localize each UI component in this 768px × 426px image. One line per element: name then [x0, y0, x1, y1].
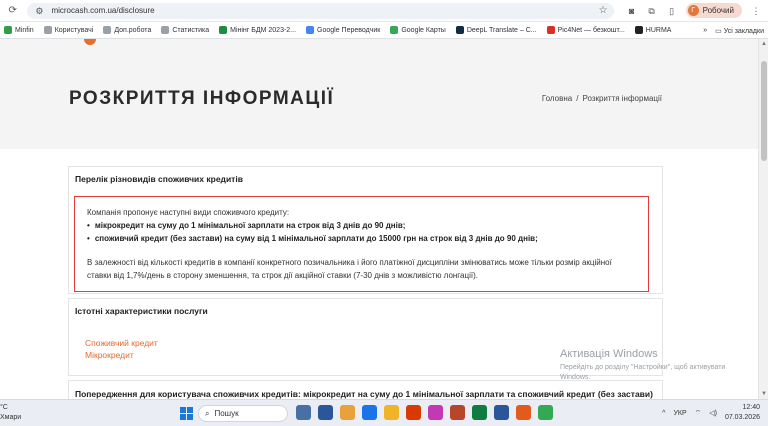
address-bar[interactable]: ⚙ microcash.com.ua/disclosure ☆ — [27, 2, 614, 19]
tray-chevron-icon[interactable]: ^ — [662, 410, 665, 417]
browser-toolbar: ⟳ ⚙ microcash.com.ua/disclosure ☆ ◙ ⧉ ▯ … — [0, 0, 768, 22]
consumer-credit-link[interactable]: Споживчий кредит — [85, 338, 158, 348]
page-scrollbar[interactable]: ▲ ▼ — [758, 39, 768, 399]
windows-start-icon[interactable] — [180, 407, 193, 420]
list-item: • мікрокредит на суму до 1 мінімальної за… — [87, 221, 406, 230]
breadcrumb-separator: / — [576, 94, 579, 103]
scroll-thumb[interactable] — [761, 61, 767, 161]
bookmark-item[interactable]: Google Карты — [390, 26, 446, 34]
breadcrumb-home-link[interactable]: Головна — [542, 94, 572, 103]
url-text[interactable]: microcash.com.ua/disclosure — [51, 6, 598, 15]
language-indicator[interactable]: УКР — [673, 410, 686, 417]
logo-fragment — [84, 39, 96, 45]
taskbar-app-icon[interactable] — [340, 405, 355, 420]
bookmark-icon — [546, 26, 555, 34]
site-info-icon[interactable]: ⚙ — [33, 5, 45, 17]
bookmarks-bar: Minfin Користувачі Доп.робота Статистика Мін… — [0, 22, 768, 39]
bookmark-icon — [390, 26, 399, 34]
bookmark-icon — [634, 26, 643, 34]
page-title: РОЗКРИТТЯ ІНФОРМАЦІЇ — [69, 88, 335, 109]
bookmark-item[interactable]: Доп.робота — [103, 26, 151, 34]
profile-label: Робочий — [702, 6, 734, 15]
breadcrumb: Головна / Розкриття інформації — [542, 94, 662, 103]
extensions-icon[interactable]: ⧉ — [646, 5, 658, 17]
highlight-box: Компанія пропонує наступні види споживчо… — [74, 196, 649, 292]
taskbar-app-icon[interactable] — [318, 405, 333, 420]
camera-icon[interactable]: ◙ — [626, 5, 638, 17]
sidepanel-icon[interactable]: ▯ — [666, 5, 678, 17]
wifi-icon[interactable]: ⌔ — [695, 409, 702, 418]
bookmark-item[interactable]: Мінінг БДМ 2023-2... — [219, 26, 296, 34]
search-icon: ⌕ — [205, 408, 210, 418]
bookmark-icon — [306, 26, 315, 34]
bookmarks-more-icon[interactable]: » — [703, 27, 707, 34]
bookmark-item[interactable]: Статистика — [161, 26, 209, 34]
bookmark-item[interactable]: Користувачі — [43, 26, 93, 34]
taskbar-app-icon[interactable] — [472, 405, 487, 420]
weather-widget[interactable]: °C Хмари — [0, 403, 21, 423]
bookmark-icon — [219, 26, 228, 34]
bookmark-icon — [4, 26, 12, 34]
taskbar-apps — [296, 405, 553, 420]
reload-icon[interactable]: ⟳ — [6, 4, 19, 18]
bookmark-icon — [455, 26, 464, 34]
taskbar-app-icon[interactable] — [406, 405, 421, 420]
scroll-up-icon[interactable]: ▲ — [761, 41, 767, 47]
credit-types-paragraph: В залежності від кількості кредитів в ко… — [87, 258, 612, 280]
bookmark-item[interactable]: Pic4Net — безкошт... — [546, 26, 625, 34]
page-header: РОЗКРИТТЯ ІНФОРМАЦІЇ Головна / Розкриття і… — [0, 39, 758, 149]
taskbar-app-icon[interactable] — [384, 405, 399, 420]
credit-types-card: Перелік різновидів споживчих кредитів Ко… — [68, 166, 663, 294]
menu-icon[interactable]: ⋮ — [750, 5, 762, 17]
system-tray: ^ УКР ⌔ ◁) 12:40 07.03.2026 — [662, 403, 760, 423]
taskbar-search[interactable]: ⌕ Пошук — [198, 405, 288, 422]
taskbar-app-icon[interactable] — [516, 405, 531, 420]
windows-activation-watermark: Активація Windows Перейдіть до розділу "… — [560, 348, 726, 381]
taskbar: °C Хмари ⌕ Пошук ^ УКР ⌔ ◁) 12:40 07.03.… — [0, 399, 768, 426]
taskbar-app-icon[interactable] — [428, 405, 443, 420]
bookmark-star-icon[interactable]: ☆ — [599, 5, 608, 16]
scroll-down-icon[interactable]: ▼ — [761, 391, 767, 397]
credit-types-intro: Компанія пропонує наступні види споживчо… — [87, 208, 290, 217]
all-bookmarks-folder[interactable]: ▭ Усі закладки — [715, 27, 764, 35]
clock[interactable]: 12:40 07.03.2026 — [725, 403, 760, 423]
microcredit-link[interactable]: Мікрокредит — [85, 350, 134, 360]
bookmark-icon — [161, 26, 170, 34]
volume-icon[interactable]: ◁) — [709, 409, 717, 417]
credit-types-title: Перелік різновидів споживчих кредитів — [75, 174, 243, 184]
bookmark-icon — [43, 26, 52, 34]
bookmark-item[interactable]: HURMA — [634, 26, 671, 34]
taskbar-app-icon[interactable] — [362, 405, 377, 420]
bookmark-item[interactable]: Google Переводчик — [306, 26, 380, 34]
breadcrumb-current: Розкриття інформації — [582, 94, 662, 103]
taskbar-app-icon[interactable] — [296, 405, 311, 420]
bookmark-item[interactable]: Minfin — [4, 26, 34, 34]
service-characteristics-title: Істотні характеристики послуги — [75, 306, 208, 316]
profile-button[interactable]: Г Робочий — [685, 3, 742, 18]
bookmark-icon — [103, 26, 112, 34]
list-item: • споживчий кредит (без застави) на суму … — [87, 234, 538, 243]
taskbar-app-icon[interactable] — [450, 405, 465, 420]
bookmark-item[interactable]: DeepL Translate – С... — [455, 26, 537, 34]
taskbar-app-icon[interactable] — [538, 405, 553, 420]
taskbar-app-icon[interactable] — [494, 405, 509, 420]
avatar: Г — [687, 5, 699, 16]
